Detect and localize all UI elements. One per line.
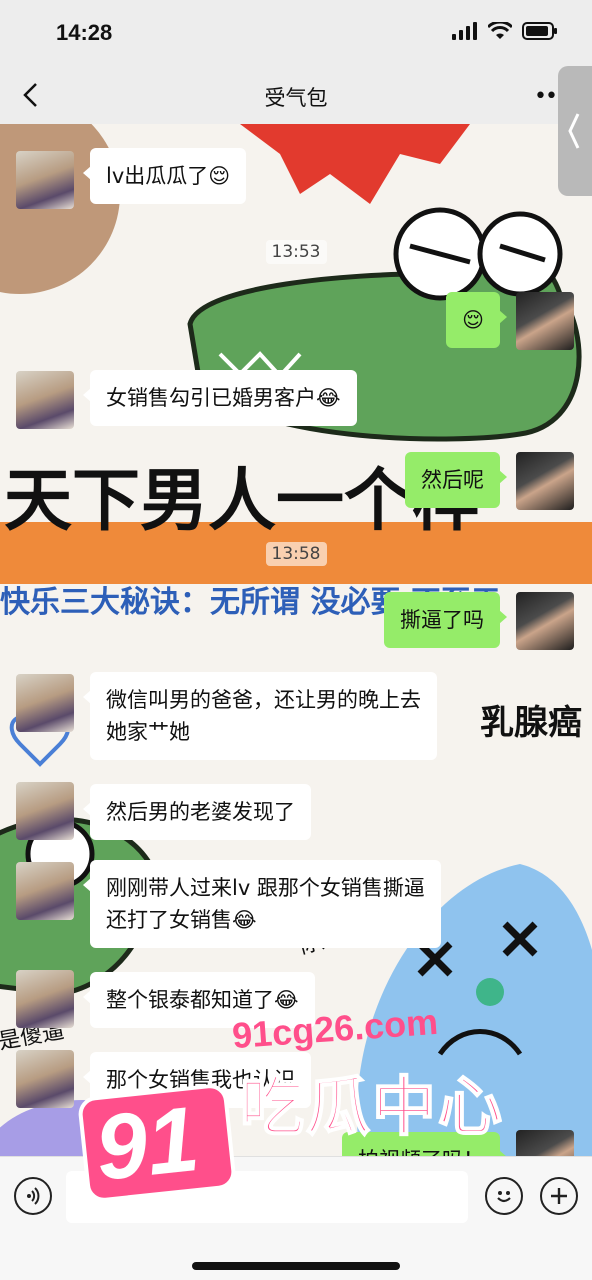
- avatar[interactable]: [516, 452, 574, 510]
- avatar[interactable]: [16, 1050, 74, 1108]
- avatar[interactable]: [16, 782, 74, 840]
- message-bubble[interactable]: 整个银泰都知道了😂: [83, 972, 315, 1028]
- status-bar: 14:28: [0, 0, 592, 66]
- plus-icon: [551, 1188, 567, 1204]
- avatar[interactable]: [516, 292, 574, 350]
- home-indicator: [192, 1262, 400, 1270]
- message-bubble[interactable]: 拍视频了吗！: [342, 1132, 507, 1156]
- status-time: 14:28: [56, 20, 113, 45]
- avatar[interactable]: [16, 151, 74, 209]
- avatar[interactable]: [16, 371, 74, 429]
- message-bubble[interactable]: lv出瓜瓜了😌: [82, 148, 247, 204]
- add-button[interactable]: [540, 1177, 578, 1215]
- wifi-icon: [488, 22, 512, 39]
- chat-title: 受气包: [264, 86, 328, 110]
- message-bubble[interactable]: 然后男的老婆发现了: [83, 784, 311, 840]
- chevron-left-icon: [568, 113, 580, 149]
- signal-icon: [452, 22, 477, 40]
- avatar[interactable]: [16, 862, 74, 920]
- avatar[interactable]: [516, 1130, 574, 1156]
- status-icons: [452, 22, 558, 40]
- side-panel-tab[interactable]: [558, 66, 592, 196]
- message-bubble[interactable]: 刚刚带人过来lv 跟那个女销售撕逼 还打了女销售😂: [83, 860, 441, 948]
- voice-icon: [27, 1187, 40, 1205]
- voice-button[interactable]: [14, 1177, 52, 1215]
- message-bubble[interactable]: 然后呢: [405, 452, 507, 508]
- bg-side-text: 乳腺癌: [480, 703, 582, 743]
- message-bubble[interactable]: 微信叫男的爸爸，还让男的晚上去 她家艹她: [83, 672, 437, 760]
- message-bubble[interactable]: 😌: [446, 292, 507, 348]
- message-input[interactable]: [66, 1171, 468, 1223]
- battery-icon: [522, 22, 557, 40]
- more-button[interactable]: ••: [534, 84, 558, 109]
- emoji-button[interactable]: [485, 1177, 523, 1215]
- avatar[interactable]: [516, 592, 574, 650]
- message-bubble[interactable]: 女销售勾引已婚男客户😂: [83, 370, 357, 426]
- message-bubble[interactable]: 那个女销售我也认识: [83, 1052, 311, 1108]
- chat-area[interactable]: 天下男人一个样 快乐三大秘诀：无所谓 没必要 不至于 乳腺癌 你是傻逼 是傻逼 …: [0, 124, 592, 1156]
- timestamp: 13:53: [0, 240, 592, 264]
- avatar[interactable]: [16, 970, 74, 1028]
- message-bubble[interactable]: 撕逼了吗: [384, 592, 507, 648]
- avatar[interactable]: [16, 674, 74, 732]
- timestamp: 13:58: [0, 542, 592, 566]
- smile-icon: [497, 1191, 511, 1203]
- chat-header: 受气包 ••: [0, 66, 592, 124]
